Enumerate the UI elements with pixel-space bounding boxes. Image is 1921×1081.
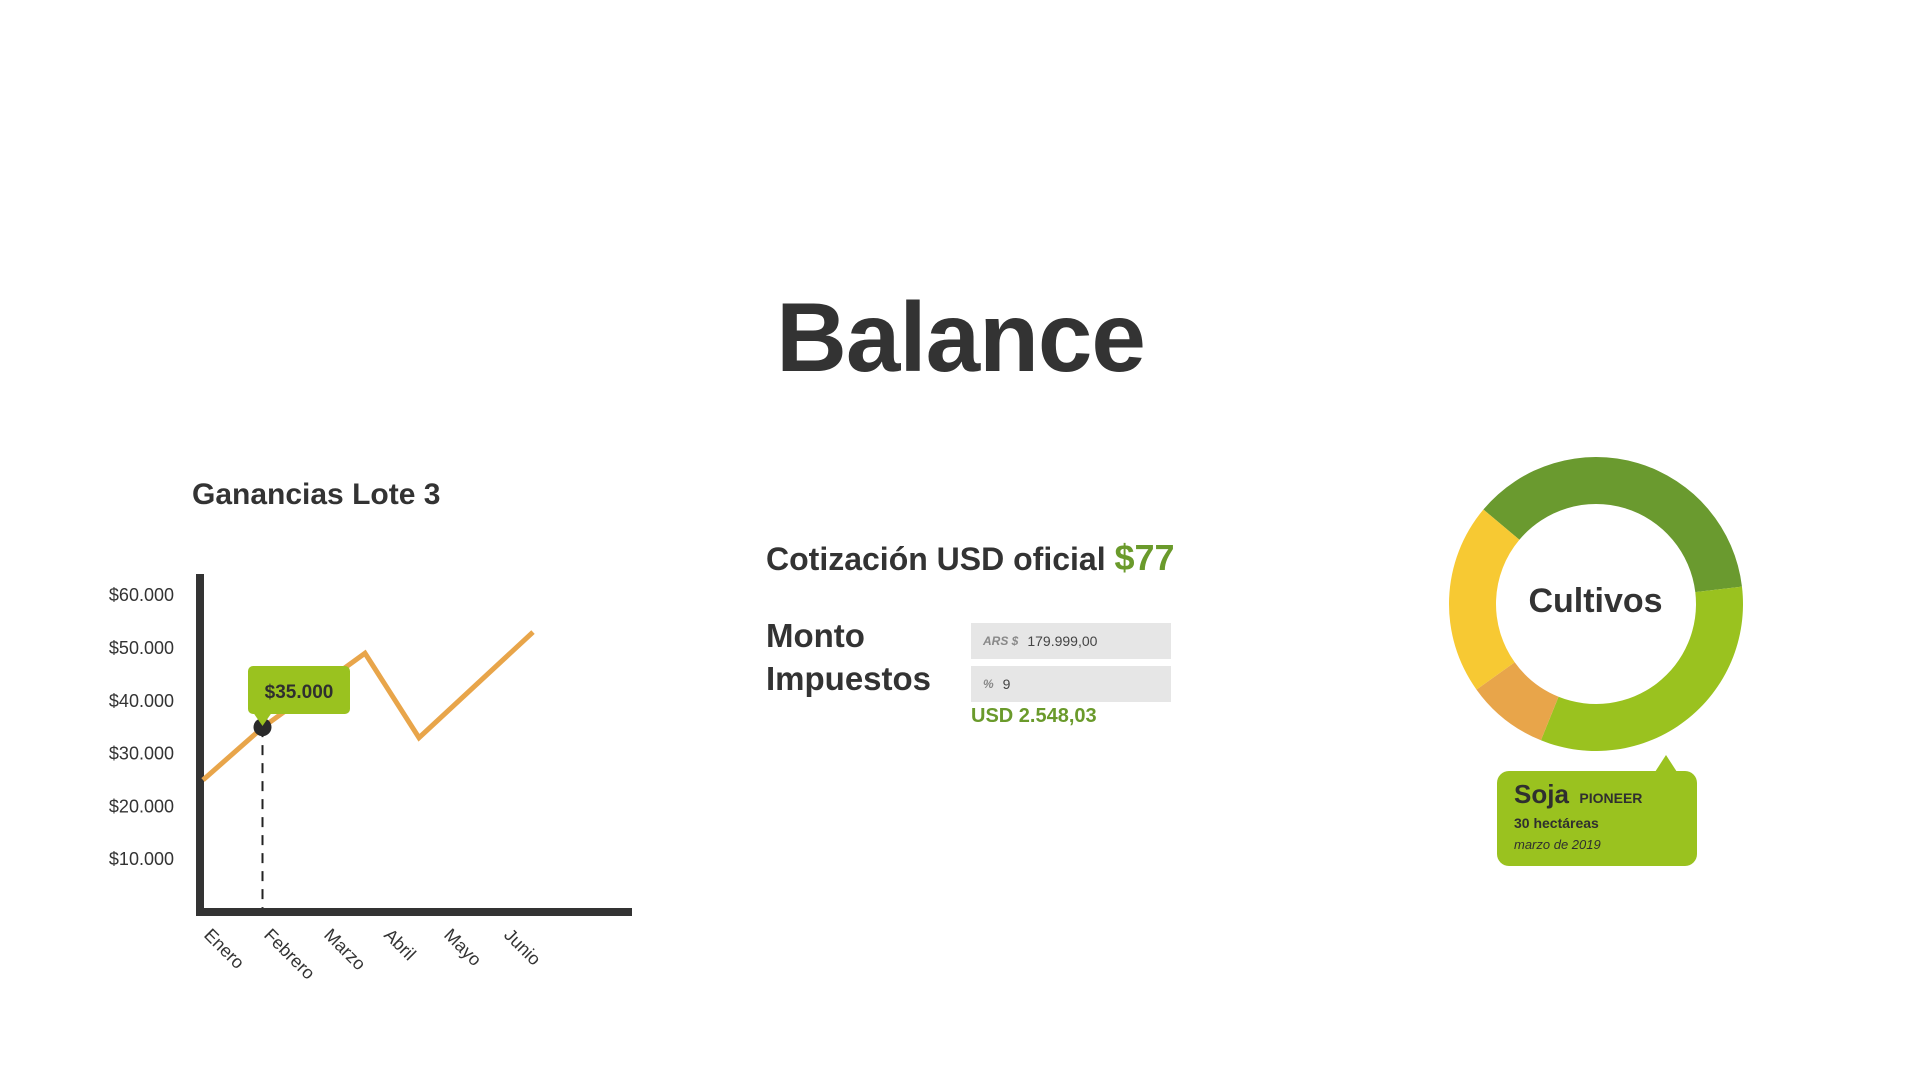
crop-date: marzo de 2019	[1514, 837, 1601, 852]
crop-name: Soja	[1514, 779, 1569, 809]
crops-donut-chart	[1449, 456, 1743, 751]
crop-area: 30 hectáreas	[1514, 815, 1599, 831]
crop-brand: PIONEER	[1579, 790, 1643, 806]
crop-callout: Soja PIONEER 30 hectáreas marzo de 2019	[1497, 755, 1697, 866]
donut-slice	[1483, 456, 1742, 593]
donut-center-label: Cultivos	[1528, 582, 1663, 620]
